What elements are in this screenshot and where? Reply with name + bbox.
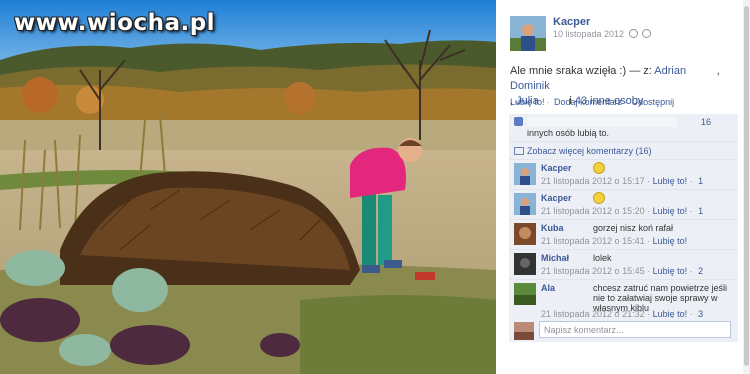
comment-link[interactable]: Dodaj komentarz: [554, 97, 622, 107]
comment-text: gorzej nisz koń rafał: [593, 223, 674, 233]
smiley-icon: [593, 162, 605, 174]
comment-like-link[interactable]: Lubię to!: [653, 266, 688, 276]
commenter-avatar[interactable]: [514, 223, 536, 245]
comment-meta: 21 listopada 2012 o 15:41 · Lubię to!: [541, 236, 688, 246]
comment-meta: 21 listopada 2012 o 15:45 · Lubię to! · …: [541, 266, 704, 276]
view-more-label[interactable]: Zobacz więcej komentarzy (16): [527, 146, 652, 156]
commenter-avatar[interactable]: [514, 163, 536, 185]
comment-item: Michał lolek 21 listopada 2012 o 15:45 ·…: [509, 250, 738, 280]
site-watermark: www.wiocha.pl: [14, 10, 216, 36]
comment-time: 21 listopada 2012 o 15:20: [541, 206, 645, 216]
share-link[interactable]: Udostępnij: [632, 97, 675, 107]
commenter-name[interactable]: Kacper: [541, 163, 572, 173]
like-link[interactable]: Lubię to!: [510, 97, 545, 107]
author-name[interactable]: Kacper: [553, 16, 590, 28]
commenter-name[interactable]: Ala: [541, 283, 555, 293]
current-user-avatar: [514, 322, 534, 340]
photo-scene: [0, 0, 496, 374]
blurred-names: [527, 117, 677, 127]
comment-item: Kuba gorzej nisz koń rafał 21 listopada …: [509, 220, 738, 250]
scrollbar-thumb[interactable]: [744, 6, 749, 366]
panel-scrollbar[interactable]: [743, 0, 750, 374]
likes-count[interactable]: 16: [701, 117, 711, 127]
comment-like-count[interactable]: 1: [698, 206, 703, 216]
comment-time: 21 listopada 2012 o 15:45: [541, 266, 645, 276]
comment-time: 21 listopada 2012 o 15:17: [541, 176, 645, 186]
clock-icon: [628, 29, 638, 38]
post-photo[interactable]: www.wiocha.pl: [0, 0, 496, 374]
comment-time: 21 listopada 2012 o 15:41: [541, 236, 645, 246]
tag-adrian[interactable]: Adrian: [654, 65, 686, 77]
post-actions: Lubię to! · Dodaj komentarz · Udostępnij: [510, 97, 675, 107]
comment-item: Kacper 21 listopada 2012 o 15:17 · Lubię…: [509, 160, 738, 190]
commenter-avatar[interactable]: [514, 253, 536, 275]
likes-summary: 16 innych osób lubią to.: [509, 114, 738, 142]
commenter-name[interactable]: Kuba: [541, 223, 564, 233]
comment-meta: 21 listopada 2012 o 15:20 · Lubię to! · …: [541, 206, 704, 216]
post-date[interactable]: 10 listopada 2012: [553, 29, 624, 39]
comment-text: lolek: [593, 253, 612, 263]
feedback-box: 16 innych osób lubią to. Zobacz więcej k…: [509, 114, 738, 321]
comment-like-count[interactable]: 1: [698, 176, 703, 186]
author-avatar[interactable]: [510, 16, 546, 51]
view-more-comments[interactable]: Zobacz więcej komentarzy (16): [509, 142, 738, 160]
write-comment-box: Napisz komentarz...: [509, 318, 738, 342]
comment-like-link[interactable]: Lubię to!: [653, 236, 688, 246]
tag-dominik[interactable]: Dominik: [510, 80, 550, 92]
comment-icon: [514, 147, 524, 155]
commenter-avatar[interactable]: [514, 283, 536, 305]
comment-input[interactable]: Napisz komentarz...: [539, 321, 731, 338]
comment-like-count[interactable]: 2: [698, 266, 703, 276]
post-body: Ale mnie sraka wzięła :) — z:: [510, 65, 655, 77]
comment-meta: 21 listopada 2012 o 15:17 · Lubię to! · …: [541, 176, 704, 186]
comment-like-link[interactable]: Lubię to!: [653, 206, 688, 216]
commenter-name[interactable]: Kacper: [541, 193, 572, 203]
comment-item: Kacper 21 listopada 2012 o 15:20 · Lubię…: [509, 190, 738, 220]
globe-icon: [642, 29, 652, 38]
commenter-name[interactable]: Michał: [541, 253, 569, 263]
commenter-avatar[interactable]: [514, 193, 536, 215]
comment-item: Ala chcesz zatruć nam powietrze jeśli ni…: [509, 280, 738, 321]
comment-like-link[interactable]: Lubię to!: [653, 176, 688, 186]
thumbs-up-icon: [514, 117, 523, 126]
post-meta: 10 listopada 2012: [553, 29, 652, 39]
likes-text: innych osób lubią to.: [527, 128, 610, 138]
smiley-icon: [593, 192, 605, 204]
